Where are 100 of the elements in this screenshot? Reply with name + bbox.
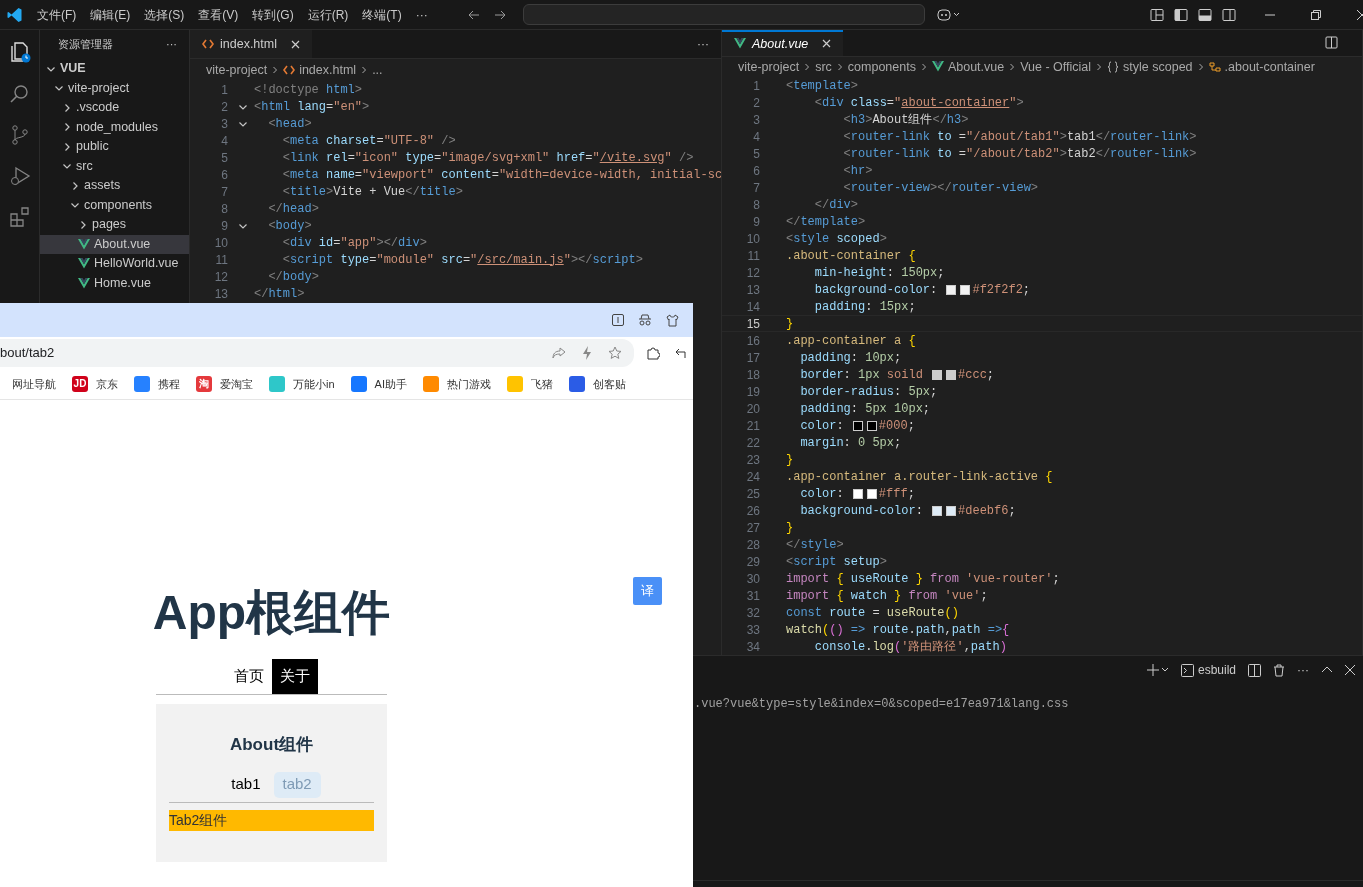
breadcrumb-item[interactable]: index.html xyxy=(299,60,357,80)
tree-item[interactable]: pages xyxy=(40,215,189,235)
code-text: <div id="app"></div> xyxy=(281,234,427,252)
tree-item[interactable]: HelloWorld.vue xyxy=(40,254,189,274)
bookmark-item[interactable]: 淘 爱淘宝 xyxy=(196,375,253,393)
breadcrumb-item[interactable]: src xyxy=(815,57,832,77)
menu-item[interactable]: 终端(T) xyxy=(355,5,409,24)
share-icon[interactable] xyxy=(552,347,566,359)
breadcrumb-item[interactable]: .about-container xyxy=(1224,57,1315,77)
run-debug-icon[interactable] xyxy=(8,165,31,187)
menu-item[interactable]: 转到(G) xyxy=(245,5,301,24)
tree-item[interactable]: .vscode xyxy=(40,98,189,118)
breadcrumb-item[interactable]: style scoped xyxy=(1123,57,1193,77)
vue-file-icon xyxy=(931,61,944,73)
tree-item[interactable]: VUE xyxy=(40,59,189,79)
plus-icon[interactable] xyxy=(1146,664,1169,676)
tree-item[interactable]: public xyxy=(40,137,189,157)
menu-item[interactable]: 编辑(E) xyxy=(83,5,138,24)
tab-link[interactable]: tab1 xyxy=(222,771,270,798)
incognito-icon[interactable] xyxy=(638,314,652,326)
breadcrumb-item[interactable]: Vue - Official xyxy=(1020,57,1092,77)
chevron-right-icon[interactable] xyxy=(70,180,80,191)
undo-arrow-icon[interactable] xyxy=(674,347,686,359)
bookmark-item[interactable]: 热门游戏 xyxy=(422,375,491,393)
chevron-right-icon xyxy=(1095,62,1104,71)
extensions-icon[interactable] xyxy=(8,206,31,228)
tree-item[interactable]: src xyxy=(40,156,189,176)
color-swatch[interactable] xyxy=(960,284,971,295)
menu-item[interactable]: ··· xyxy=(408,5,435,24)
chevron-right-icon[interactable] xyxy=(62,141,72,152)
lightning-icon[interactable] xyxy=(582,346,592,360)
tree-item-label: VUE xyxy=(60,60,86,78)
tree-item[interactable]: Home.vue xyxy=(40,273,189,293)
bookmark-item[interactable]: 万能小in xyxy=(269,375,335,393)
nav-link[interactable]: 首页 xyxy=(225,659,272,694)
color-swatch[interactable] xyxy=(946,505,957,516)
tree-item[interactable]: assets xyxy=(40,176,189,196)
code-text: <head> xyxy=(267,115,312,133)
breadcrumb-item[interactable]: vite-project xyxy=(738,57,800,77)
menu-item[interactable]: 文件(F) xyxy=(30,5,84,24)
terminal-profile-label[interactable]: esbuild xyxy=(1197,661,1236,679)
tree-item[interactable]: vite-project xyxy=(40,78,189,98)
sidebar-toggle-icon[interactable] xyxy=(1174,7,1188,22)
breadcrumb-item[interactable]: ... xyxy=(372,60,383,80)
secondary-sidebar-icon[interactable] xyxy=(1222,7,1236,22)
editor-tab[interactable]: index.html xyxy=(190,30,312,58)
chevron-right-icon[interactable] xyxy=(62,102,72,113)
split-editor-icon[interactable] xyxy=(1325,36,1338,50)
split-panel-icon[interactable] xyxy=(1248,663,1261,677)
star-icon[interactable] xyxy=(608,346,622,360)
color-swatch[interactable] xyxy=(946,284,957,295)
search-icon[interactable] xyxy=(8,83,31,105)
chevron-right-icon[interactable] xyxy=(62,122,72,133)
bookmark-item[interactable]: 携程 xyxy=(134,375,180,393)
nav-link[interactable]: 关于 xyxy=(271,659,318,694)
bookmark-item[interactable]: 创客贴 xyxy=(568,375,626,393)
code-text: <!doctype html> xyxy=(254,81,363,99)
color-swatch[interactable] xyxy=(932,505,943,516)
shirt-icon[interactable] xyxy=(666,313,679,327)
line-number: 27 xyxy=(745,519,761,537)
color-swatch[interactable] xyxy=(866,420,877,431)
trash-icon[interactable] xyxy=(1273,663,1285,677)
close-icon[interactable] xyxy=(291,39,300,49)
chevron-right-icon[interactable] xyxy=(78,219,88,230)
color-swatch[interactable] xyxy=(866,488,877,499)
tree-item[interactable]: About.vue xyxy=(40,234,189,254)
more-actions-button[interactable]: ··· xyxy=(1297,661,1309,679)
close-icon[interactable] xyxy=(1345,665,1355,675)
color-swatch[interactable] xyxy=(946,369,957,380)
address-bar[interactable]: bout/tab2 xyxy=(0,339,634,367)
tree-item-label: Home.vue xyxy=(94,274,151,292)
color-swatch[interactable] xyxy=(932,369,943,380)
panel-toggle-icon[interactable] xyxy=(1198,7,1212,22)
command-center-field[interactable] xyxy=(522,4,925,25)
bookmark-item[interactable]: 网址导航 xyxy=(0,375,56,393)
bookmark-item[interactable]: AI助手 xyxy=(350,375,407,393)
menu-item[interactable]: 查看(V) xyxy=(191,5,246,24)
breadcrumb-item[interactable]: components xyxy=(847,57,916,77)
editor-tab[interactable]: About.vue xyxy=(722,30,844,56)
breadcrumb-item[interactable]: About.vue xyxy=(947,57,1005,77)
bookmark-item[interactable]: 飞猪 xyxy=(506,375,553,393)
close-icon[interactable] xyxy=(822,39,832,49)
color-swatch[interactable] xyxy=(852,488,863,499)
chevron-right-icon xyxy=(835,62,844,71)
robot-icon[interactable] xyxy=(936,7,961,22)
more-actions-button[interactable]: ··· xyxy=(166,35,177,53)
code-text: <body> xyxy=(267,217,312,235)
customize-layout-icon[interactable] xyxy=(1150,7,1164,22)
restore-icon[interactable] xyxy=(1311,9,1321,20)
tree-item[interactable]: node_modules xyxy=(40,117,189,137)
tree-item[interactable]: components xyxy=(40,195,189,215)
color-swatch[interactable] xyxy=(852,420,863,431)
tab-counter-icon[interactable] xyxy=(612,314,624,326)
breadcrumb-item[interactable]: vite-project xyxy=(206,60,268,80)
code-text: </head> xyxy=(267,200,319,218)
bookmark-item[interactable]: JD 京东 xyxy=(72,375,118,393)
menu-item[interactable]: 运行(R) xyxy=(300,5,356,24)
more-actions-button[interactable]: ··· xyxy=(685,35,721,53)
puzzle-icon[interactable] xyxy=(646,346,660,360)
menu-item[interactable]: 选择(S) xyxy=(137,5,192,24)
